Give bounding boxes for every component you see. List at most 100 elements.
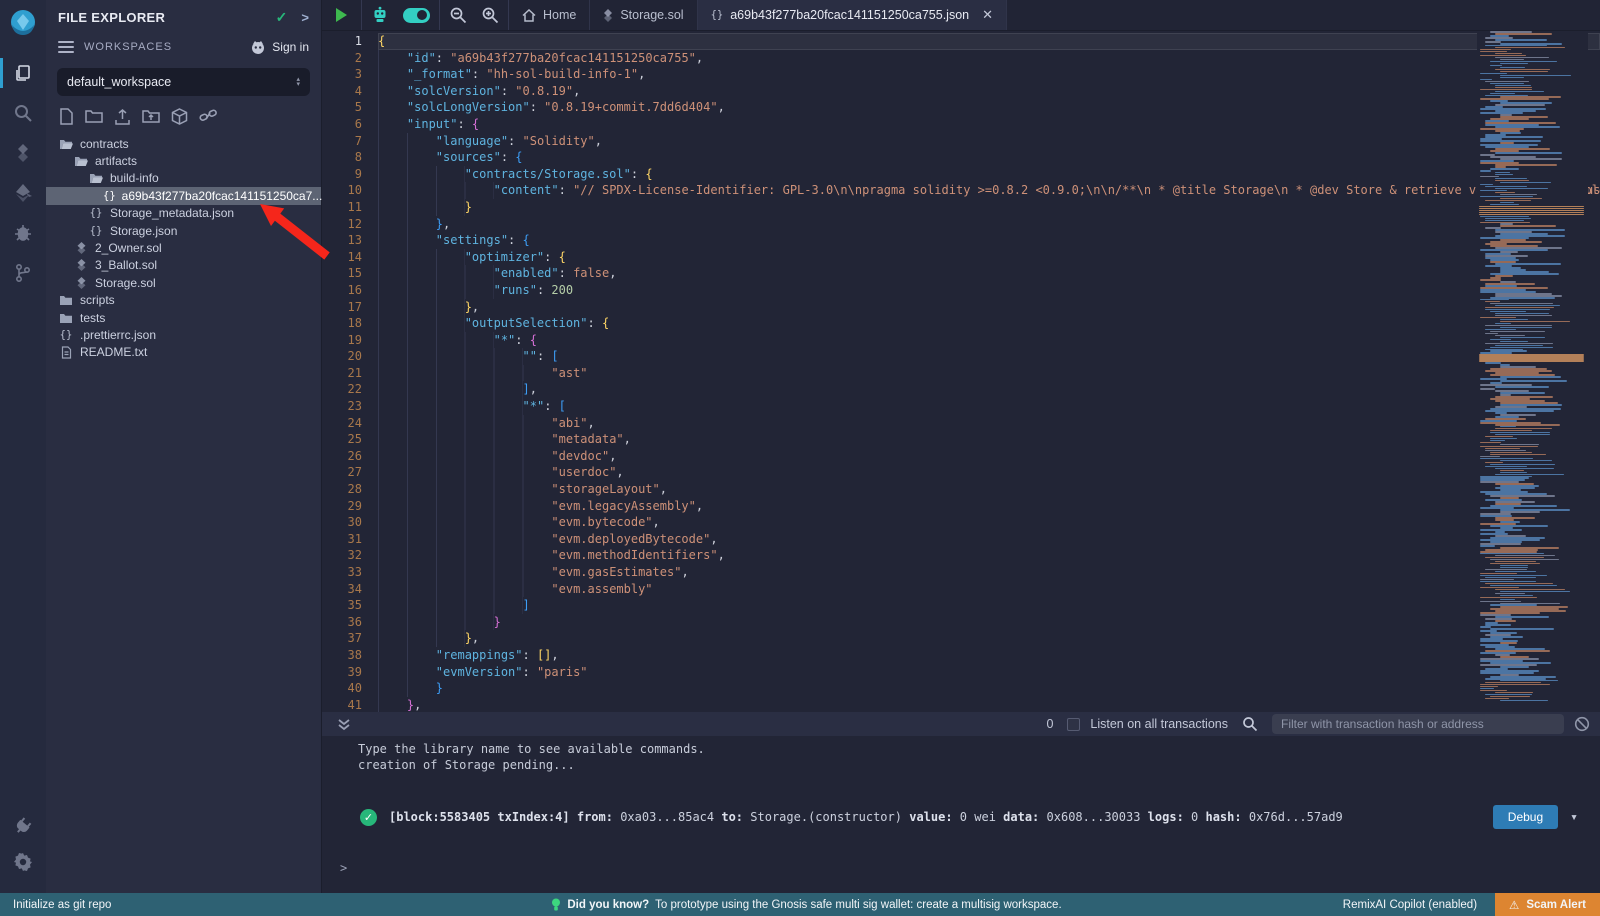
code-line[interactable]: 14"optimizer": { <box>322 249 1600 266</box>
code-line[interactable]: 40} <box>322 680 1600 697</box>
code-line[interactable]: 36} <box>322 614 1600 631</box>
tree-item-storage-sol[interactable]: Storage.sol <box>46 274 321 291</box>
tree-item-2-owner-sol[interactable]: 2_Owner.sol <box>46 239 321 256</box>
sidebar-item-file-explorer[interactable] <box>0 56 46 90</box>
code-line[interactable]: 23"*": [ <box>322 398 1600 415</box>
workspace-menu-icon[interactable] <box>58 38 74 56</box>
tree-item-scripts[interactable]: scripts <box>46 292 321 309</box>
terminal[interactable]: Type the library name to see available c… <box>322 736 1600 893</box>
code-line[interactable]: 31"evm.deployedBytecode", <box>322 531 1600 548</box>
debug-button[interactable]: Debug <box>1493 805 1558 829</box>
code-line[interactable]: 33"evm.gasEstimates", <box>322 564 1600 581</box>
transaction-row[interactable]: ✓ [block:5583405 txIndex:4] from: 0xa03.… <box>322 799 1600 835</box>
cube-icon[interactable] <box>171 108 188 125</box>
code-line[interactable]: 7"language": "Solidity", <box>322 133 1600 150</box>
tree-item-3-ballot-sol[interactable]: 3_Ballot.sol <box>46 257 321 274</box>
tree-item-contracts[interactable]: contracts <box>46 135 321 152</box>
code-line[interactable]: 30"evm.bytecode", <box>322 514 1600 531</box>
tree-item-readme-txt[interactable]: README.txt <box>46 344 321 361</box>
tree-item-storage-metadata-json[interactable]: {}Storage_metadata.json <box>46 205 321 222</box>
sidebar-item-search[interactable] <box>0 96 46 130</box>
copilot-status[interactable]: RemixAI Copilot (enabled) <box>1343 899 1477 911</box>
github-sign-in-button[interactable]: Sign in <box>250 40 309 54</box>
zoom-in-icon[interactable] <box>481 6 499 24</box>
code-line[interactable]: 11} <box>322 199 1600 216</box>
code-line[interactable]: 17}, <box>322 299 1600 316</box>
scam-alert-badge[interactable]: ⚠ Scam Alert <box>1495 893 1600 916</box>
code-line[interactable]: 22], <box>322 381 1600 398</box>
code-line[interactable]: 1{ <box>322 33 1600 50</box>
new-folder-icon[interactable] <box>85 108 103 124</box>
minimap[interactable] <box>1477 31 1588 712</box>
code-line[interactable]: 38"remappings": [], <box>322 647 1600 664</box>
collapse-terminal-icon[interactable] <box>337 718 351 731</box>
code-line[interactable]: 26"devdoc", <box>322 448 1600 465</box>
code-line[interactable]: 24"abi", <box>322 415 1600 432</box>
upload-folder-icon[interactable] <box>142 108 160 124</box>
sidebar-item-git[interactable] <box>0 256 46 290</box>
sidebar-item-debugger[interactable] <box>0 216 46 250</box>
code-line[interactable]: 8"sources": { <box>322 149 1600 166</box>
code-line[interactable]: 35] <box>322 597 1600 614</box>
sidebar-item-deploy-and-run[interactable] <box>0 176 46 210</box>
tree-item--prettierrc-json[interactable]: {}.prettierrc.json <box>46 326 321 343</box>
code-line[interactable]: 41}, <box>322 697 1600 712</box>
code-line[interactable]: 37}, <box>322 630 1600 647</box>
clear-console-icon[interactable] <box>1574 716 1590 732</box>
code-line[interactable]: 28"storageLayout", <box>322 481 1600 498</box>
code-line[interactable]: 16"runs": 200 <box>322 282 1600 299</box>
tree-item-label: Storage.json <box>110 224 177 238</box>
tab-storage-sol[interactable]: Storage.sol <box>590 0 697 30</box>
code-line[interactable]: 6"input": { <box>322 116 1600 133</box>
sidebar-item-settings[interactable] <box>0 845 46 879</box>
code-line[interactable]: 27"userdoc", <box>322 464 1600 481</box>
code-line[interactable]: 5"solcLongVersion": "0.8.19+commit.7dd6d… <box>322 99 1600 116</box>
new-file-icon[interactable] <box>59 108 74 125</box>
code-editor[interactable]: 1{2"id": "a69b43f277ba20fcac141151250ca7… <box>322 31 1600 712</box>
git-init-status[interactable]: Initialize as git repo <box>0 899 551 911</box>
collapse-panel-icon[interactable]: > <box>301 10 309 25</box>
expand-tx-icon[interactable]: ▾ <box>1570 810 1578 825</box>
terminal-prompt[interactable]: > <box>322 861 1600 875</box>
tree-item-storage-json[interactable]: {}Storage.json <box>46 222 321 239</box>
code-line[interactable]: 10"content": "// SPDX-License-Identifier… <box>322 182 1600 199</box>
code-line[interactable]: 29"evm.legacyAssembly", <box>322 498 1600 515</box>
code-line[interactable]: 32"evm.methodIdentifiers", <box>322 547 1600 564</box>
upload-file-icon[interactable] <box>114 108 131 125</box>
code-line[interactable]: 4"solcVersion": "0.8.19", <box>322 83 1600 100</box>
code-text: ], <box>378 381 1600 398</box>
ai-copilot-icon[interactable] <box>371 6 389 24</box>
tree-item-build-info[interactable]: build-info <box>46 170 321 187</box>
code-line[interactable]: 21"ast" <box>322 365 1600 382</box>
code-line[interactable]: 13"settings": { <box>322 232 1600 249</box>
terminal-search-icon[interactable] <box>1242 716 1258 732</box>
code-line[interactable]: 15"enabled": false, <box>322 265 1600 282</box>
transaction-filter-input[interactable] <box>1272 714 1564 734</box>
workspace-select[interactable]: default_workspace ▴▾ <box>57 68 310 96</box>
remix-logo[interactable] <box>8 8 38 38</box>
close-tab-icon[interactable]: ✕ <box>982 7 993 23</box>
sidebar-item-plugin-manager[interactable] <box>0 809 46 843</box>
code-line[interactable]: 12}, <box>322 216 1600 233</box>
code-line[interactable]: 3"_format": "hh-sol-build-info-1", <box>322 66 1600 83</box>
zoom-out-icon[interactable] <box>449 6 467 24</box>
copilot-toggle[interactable] <box>403 8 430 23</box>
tab-home[interactable]: Home <box>509 0 590 30</box>
code-line[interactable]: 19"*": { <box>322 332 1600 349</box>
tree-item-a69b43f277ba20fcac141151250ca7-[interactable]: {}a69b43f277ba20fcac141151250ca7... <box>46 187 321 204</box>
code-line[interactable]: 25"metadata", <box>322 431 1600 448</box>
code-line[interactable]: 20"": [ <box>322 348 1600 365</box>
code-line[interactable]: 39"evmVersion": "paris" <box>322 664 1600 681</box>
code-line[interactable]: 18"outputSelection": { <box>322 315 1600 332</box>
tree-item-artifacts[interactable]: artifacts <box>46 152 321 169</box>
sidebar-item-solidity-compiler[interactable] <box>0 136 46 170</box>
code-line[interactable]: 2"id": "a69b43f277ba20fcac141151250ca755… <box>322 50 1600 67</box>
run-script-button[interactable] <box>336 8 347 22</box>
tab-build-info-json[interactable]: {} a69b43f277ba20fcac141151250ca755.json… <box>698 0 1007 30</box>
code-line[interactable]: 34"evm.assembly" <box>322 581 1600 598</box>
code-text: "userdoc", <box>378 464 1600 481</box>
link-icon[interactable] <box>199 108 217 124</box>
code-line[interactable]: 9"contracts/Storage.sol": { <box>322 166 1600 183</box>
listen-checkbox[interactable] <box>1067 718 1080 731</box>
tree-item-tests[interactable]: tests <box>46 309 321 326</box>
